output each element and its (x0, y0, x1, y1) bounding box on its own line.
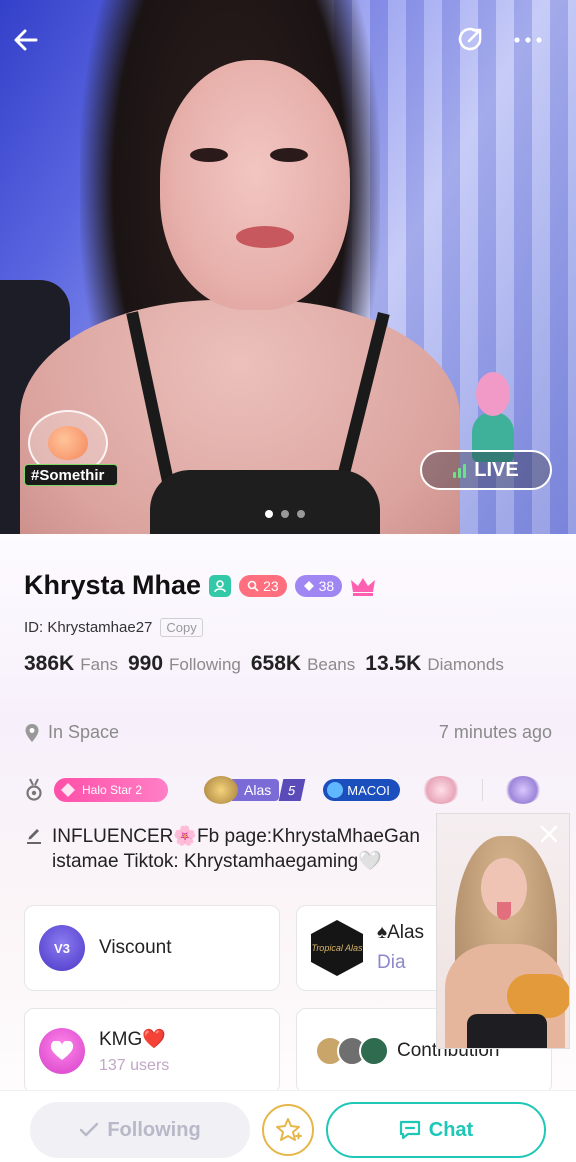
family-subtitle: Dia (377, 952, 406, 973)
close-icon[interactable] (539, 824, 559, 844)
halo-badge-label: Halo Star 2 (82, 783, 143, 797)
last-seen-text: 7 minutes ago (438, 722, 552, 742)
alas-badge-label: Alas (232, 779, 280, 801)
check-icon (80, 1122, 99, 1137)
mini-player-shorts (467, 1014, 547, 1048)
streamer-top (150, 470, 380, 534)
following-label[interactable]: Following (169, 655, 241, 675)
chat-button[interactable]: Chat (326, 1102, 546, 1158)
streamer-eye (190, 148, 228, 162)
bio-text: INFLUENCER🌸Fb page:KhrystaMhaeGan istama… (52, 826, 420, 872)
carousel-dot[interactable] (281, 510, 289, 518)
fans-label[interactable]: Fans (80, 655, 118, 675)
live-button[interactable]: LIVE (420, 450, 552, 490)
halo-icon (61, 783, 75, 797)
bottom-action-bar: Following Chat (0, 1090, 576, 1162)
noble-title: Viscount (99, 937, 172, 958)
peach-icon (48, 426, 88, 460)
wing-crest-badge[interactable] (421, 776, 460, 804)
carousel-dot[interactable] (265, 510, 273, 518)
more-button[interactable] (510, 22, 546, 58)
location-row: In Space 7 minutes ago (24, 722, 552, 743)
family-emblem-icon: Tropical Alas (311, 920, 363, 976)
crown-icon[interactable] (350, 575, 376, 597)
star-plus-icon (276, 1118, 302, 1141)
halo-star-badge[interactable]: Halo Star 2 (54, 778, 168, 802)
avatar (359, 1036, 389, 1066)
add-favorite-button[interactable] (262, 1104, 314, 1156)
mini-player-tongue (497, 902, 511, 920)
v3-noble-icon: V3 (39, 925, 85, 971)
chat-icon (399, 1120, 420, 1140)
medal-icon[interactable] (24, 778, 44, 802)
fans-count[interactable]: 386K (24, 652, 74, 676)
pubg-badge[interactable] (504, 776, 541, 804)
following-button[interactable]: Following (30, 1102, 250, 1158)
fan-club-users: 137 users (99, 1057, 170, 1074)
noble-card-viscount[interactable]: V3 Viscount (24, 905, 280, 991)
badges-row: Halo Star 2 Alas 5 MACOI (24, 774, 554, 806)
badge-divider (481, 779, 483, 801)
floating-mini-player[interactable] (436, 813, 570, 1049)
carousel-indicator (265, 510, 305, 518)
fan-club-heart-icon (39, 1028, 85, 1074)
alas-family-badge[interactable]: Alas 5 (204, 776, 306, 804)
user-id-row: ID: Khrystamhae27 Copy (24, 618, 203, 637)
streamer-eye (270, 148, 308, 162)
share-button[interactable] (452, 22, 488, 58)
fan-club-card-kmg[interactable]: KMG❤️ 137 users (24, 1008, 280, 1094)
more-icon (514, 37, 542, 43)
macoi-label: MACOI (347, 782, 390, 798)
figurine-toy (468, 372, 518, 462)
streamer-lips (236, 226, 294, 248)
live-label: LIVE (474, 458, 519, 481)
bio-row: INFLUENCER🌸Fb page:KhrystaMhaeGan istama… (26, 824, 436, 874)
alas-emblem-icon (204, 776, 238, 804)
room-tag-badge[interactable]: #Somethir (24, 410, 118, 488)
verified-icon[interactable] (209, 574, 232, 597)
streamer-face (160, 60, 350, 310)
chat-button-label: Chat (428, 1118, 474, 1141)
profile-name: Khrysta Mhae (24, 570, 202, 600)
live-signal-icon (453, 462, 467, 478)
room-hashtag: #Somethir (24, 464, 118, 486)
copy-id-button[interactable]: Copy (160, 618, 203, 637)
level-badge-red[interactable]: 23 (239, 574, 287, 597)
level-value: 23 (263, 577, 279, 594)
following-count[interactable]: 990 (128, 652, 163, 676)
location-icon (25, 723, 39, 742)
user-id: ID: Khrystamhae27 (24, 619, 153, 636)
diamonds-label: Diamonds (427, 655, 504, 674)
macoi-icon (327, 782, 344, 798)
diamonds-count: 13.5K (365, 652, 422, 675)
mini-player-top (507, 974, 569, 1018)
back-button[interactable] (8, 22, 44, 58)
family-title: ♠Alas (377, 922, 425, 943)
search-level-icon (247, 580, 259, 592)
fan-club-title: KMG❤️ (99, 1029, 166, 1050)
share-icon (458, 27, 482, 51)
back-arrow-icon (14, 29, 38, 51)
profile-name-row: Khrysta Mhae 23 38 (24, 570, 376, 601)
live-cover-image[interactable]: #Somethir LIVE (0, 0, 576, 534)
beans-count: 658K (250, 652, 302, 675)
stats-row: 386K Fans 990 Following 658K Beans 13.5K… (24, 652, 508, 676)
beans-label: Beans (307, 655, 356, 674)
macoi-badge[interactable]: MACOI (323, 779, 400, 801)
edit-icon (27, 829, 41, 844)
location-text: In Space (48, 722, 120, 742)
contributor-avatars (315, 1036, 389, 1066)
carousel-dot[interactable] (297, 510, 305, 518)
level-badge-purple[interactable]: 38 (294, 574, 343, 597)
diamond-icon (303, 580, 314, 591)
level-value: 38 (318, 577, 335, 594)
following-button-label: Following (107, 1118, 201, 1141)
alas-badge-level: 5 (278, 779, 306, 801)
